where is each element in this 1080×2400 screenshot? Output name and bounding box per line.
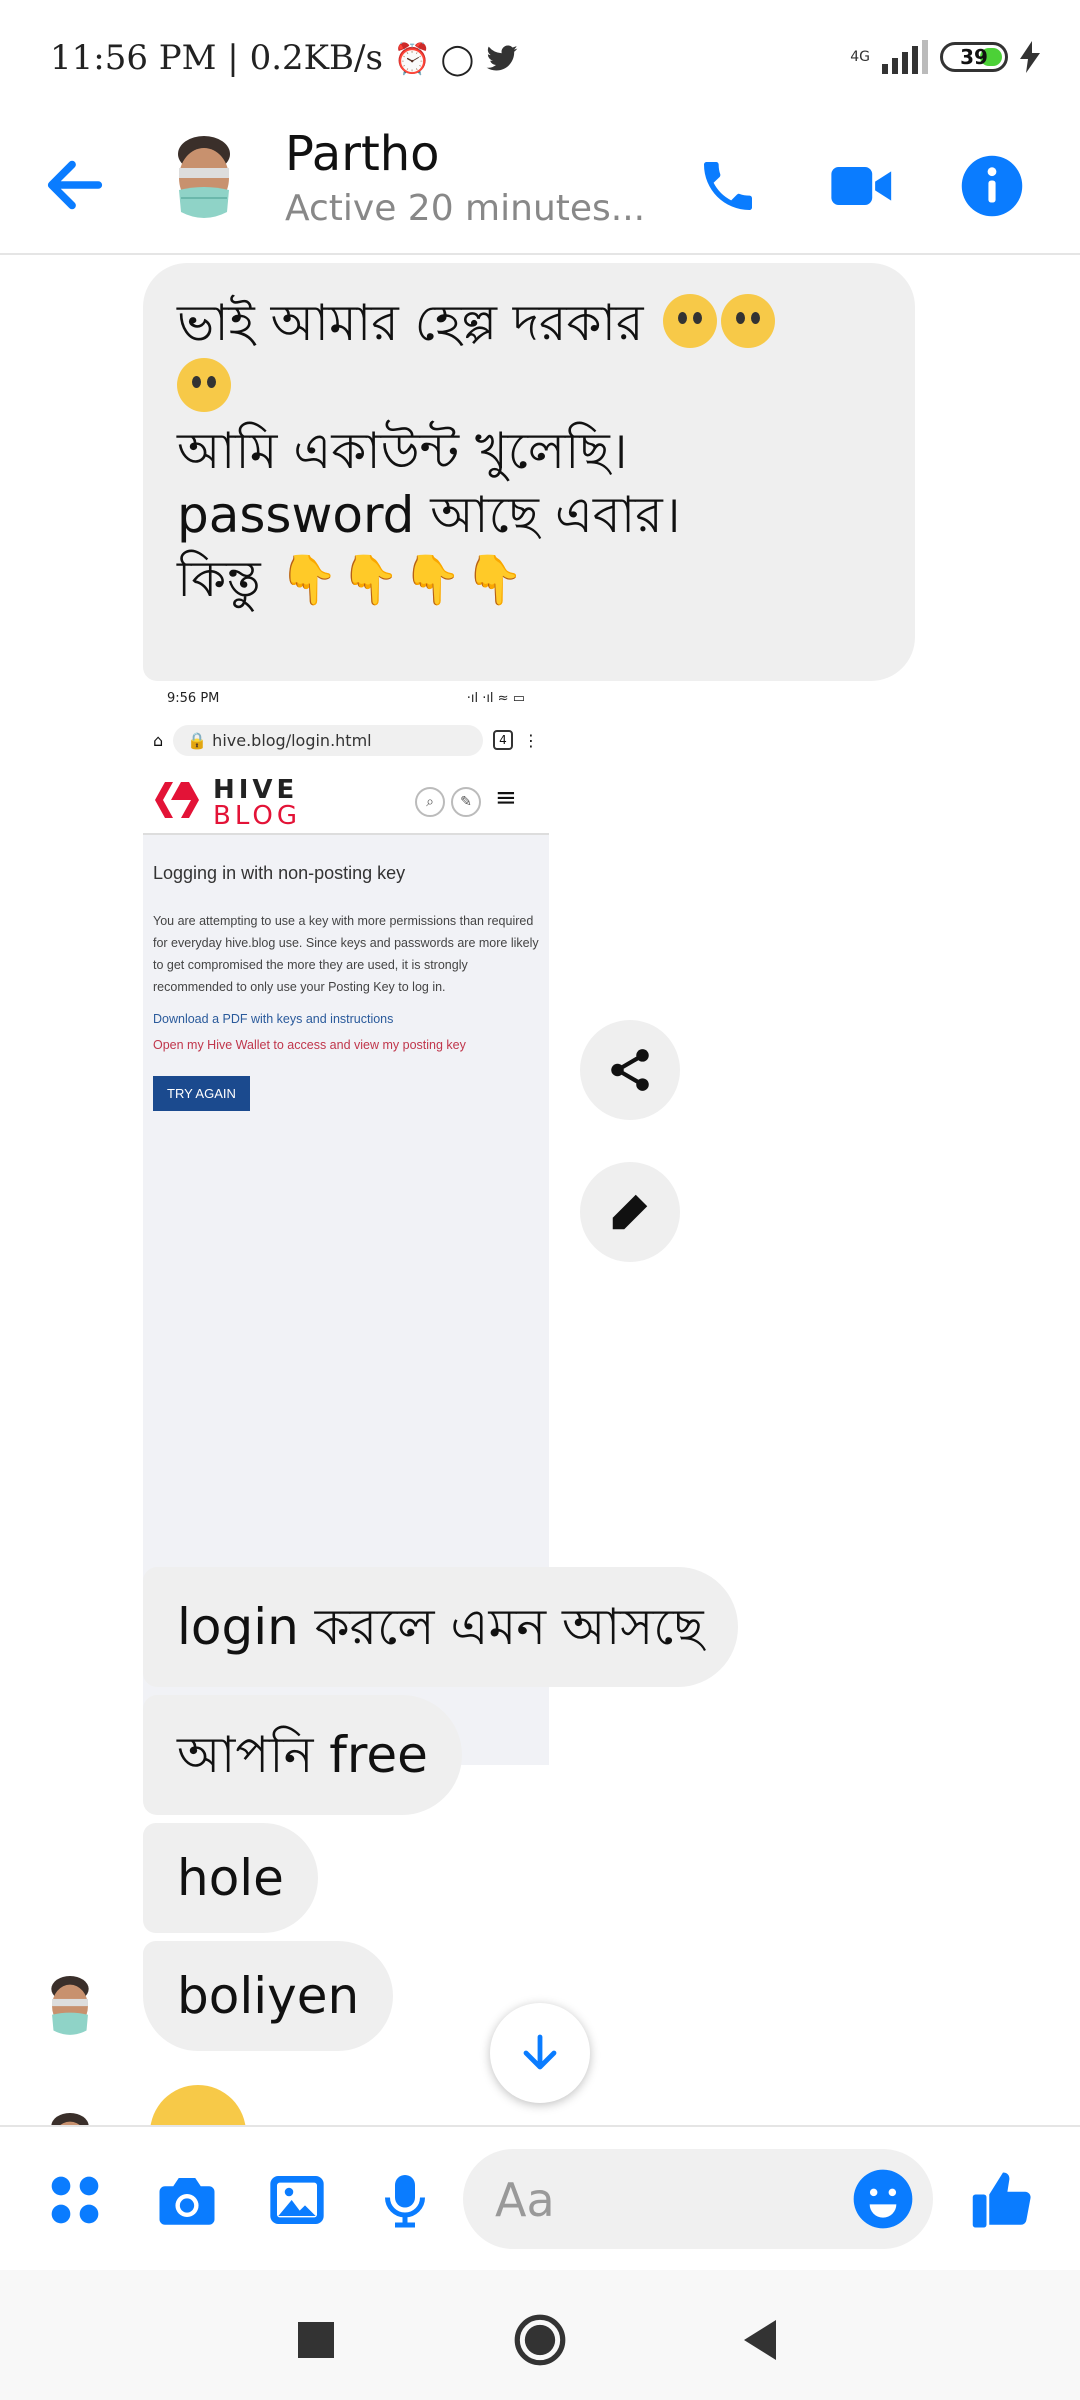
message-text: hole <box>177 1849 284 1907</box>
pointing-down-emoji: 👇 <box>340 552 401 608</box>
camera-button[interactable] <box>152 2165 222 2235</box>
home-icon: ⌂ <box>153 730 164 750</box>
battery-icon: 39 <box>940 42 1008 72</box>
contact-avatar[interactable] <box>165 132 243 232</box>
pointing-down-emoji: 👇 <box>463 552 524 608</box>
pencil-icon <box>612 1194 648 1230</box>
pointing-down-emoji: 👇 <box>278 552 339 608</box>
message-composer: Aa <box>0 2125 1080 2270</box>
status-bar: 11:56 PM | 0.2KB/s ⏰ ◯ 4G 39 <box>0 0 1080 120</box>
phone-icon <box>704 162 752 210</box>
back-nav-button[interactable] <box>730 2310 790 2370</box>
microphone-icon <box>385 2175 425 2228</box>
signal-icon <box>882 40 928 74</box>
charging-icon <box>1020 41 1040 73</box>
scroll-to-bottom-button[interactable] <box>490 2003 590 2103</box>
pencil-icon: ✎ <box>451 787 481 817</box>
message-bubble[interactable]: boliyen <box>143 1941 394 2051</box>
menu-icon: ≡ <box>495 783 517 813</box>
message-input[interactable]: Aa <box>463 2149 933 2249</box>
neutral-face-emoji <box>721 294 776 348</box>
message-text: আপনি free <box>177 1726 428 1784</box>
message-input-placeholder: Aa <box>495 2173 555 2227</box>
status-time: 11:56 PM | 0.2KB/s ⏰ ◯ <box>50 38 519 78</box>
message-text: কিন্তু <box>177 550 261 608</box>
recents-button[interactable] <box>286 2310 346 2370</box>
four-dots-icon <box>51 2176 99 2224</box>
arrow-down-icon <box>523 2034 557 2070</box>
like-button[interactable] <box>968 2165 1038 2235</box>
thumbs-up-icon <box>972 2172 1031 2228</box>
brand-line-2: BLOG <box>213 801 302 831</box>
screenshot-heading: Logging in with non-posting key <box>153 863 406 883</box>
share-button[interactable] <box>580 1020 680 1120</box>
message-text: ভাই আমার হেল্প দরকার <box>177 294 644 352</box>
screenshot-url-bar: ⌂ 🔒 hive.blog/login.html 4 ⋮ <box>143 715 549 765</box>
conversation-info-button[interactable] <box>952 146 1032 226</box>
camera-icon <box>159 2178 215 2225</box>
edit-image-button[interactable] <box>580 1162 680 1262</box>
message-text: login করলে এমন আসছে <box>177 1598 704 1656</box>
video-camera-icon <box>831 167 892 205</box>
emoji-message[interactable] <box>150 2085 246 2125</box>
back-button[interactable] <box>40 150 110 220</box>
info-icon <box>961 155 1023 217</box>
more-vert-icon: ⋮ <box>523 730 539 750</box>
hive-logo-icon <box>155 782 199 818</box>
circle-icon <box>514 2314 566 2366</box>
audio-call-button[interactable] <box>688 146 768 226</box>
status-right: 4G 39 <box>850 40 1040 74</box>
screenshot-link-wallet: Open my Hive Wallet to access and view m… <box>153 1038 466 1052</box>
message-text: আমি একাউন্ট খুলেছি। <box>177 422 628 480</box>
screenshot-link-pdf: Download a PDF with keys and instruction… <box>153 1012 394 1026</box>
arrow-left-icon <box>47 160 103 210</box>
screenshot-url: 🔒 hive.blog/login.html <box>173 724 483 756</box>
twitter-icon <box>486 45 518 71</box>
triangle-left-icon <box>744 2320 776 2360</box>
video-call-button[interactable] <box>822 146 902 226</box>
screenshot-try-again: TRY AGAIN <box>153 1076 250 1111</box>
more-actions-button[interactable] <box>40 2165 110 2235</box>
gallery-button[interactable] <box>262 2165 332 2235</box>
screenshot-status-bar: 9:56 PM ·ıl ·ıl ≈ ▭ <box>143 685 549 715</box>
voice-record-button[interactable] <box>370 2165 440 2235</box>
hive-header: HIVE BLOG ⌕ ✎ ≡ <box>143 765 549 835</box>
neutral-face-emoji <box>177 358 231 412</box>
message-list[interactable]: ভাই আমার হেল্প দরকার আমি একাউন্ট খুলেছি।… <box>0 255 1080 2125</box>
message-bubble[interactable]: ভাই আমার হেল্প দরকার আমি একাউন্ট খুলেছি।… <box>143 263 915 681</box>
message-bubble[interactable]: আপনি free <box>143 1695 462 1815</box>
screenshot-paragraph: You are attempting to use a key with mor… <box>153 914 539 994</box>
conversation-header: Partho Active 20 minutes... <box>0 120 1080 255</box>
sender-avatar[interactable] <box>42 1973 98 2045</box>
neutral-face-emoji <box>663 294 718 348</box>
share-icon <box>611 1049 649 1091</box>
emoji-icon[interactable] <box>851 2167 915 2231</box>
screenshot-body: Logging in with non-posting key You are … <box>143 835 549 1139</box>
network-type: 4G <box>850 49 870 65</box>
sender-avatar[interactable] <box>42 2110 98 2125</box>
pointing-down-emoji: 👇 <box>402 552 462 608</box>
square-icon <box>298 2322 334 2358</box>
message-text: password আছে এবার। <box>177 486 681 544</box>
message-bubble[interactable]: login করলে এমন আসছে <box>143 1567 738 1687</box>
contact-active-status: Active 20 minutes... <box>285 188 646 229</box>
message-text: boliyen <box>177 1967 360 2025</box>
search-icon: ⌕ <box>415 787 445 817</box>
tab-count-icon: 4 <box>493 730 513 750</box>
image-icon <box>270 2176 324 2224</box>
system-navigation-bar <box>0 2270 1080 2400</box>
home-button[interactable] <box>510 2310 570 2370</box>
message-bubble[interactable]: hole <box>143 1823 318 1933</box>
contact-name[interactable]: Partho <box>285 126 440 182</box>
